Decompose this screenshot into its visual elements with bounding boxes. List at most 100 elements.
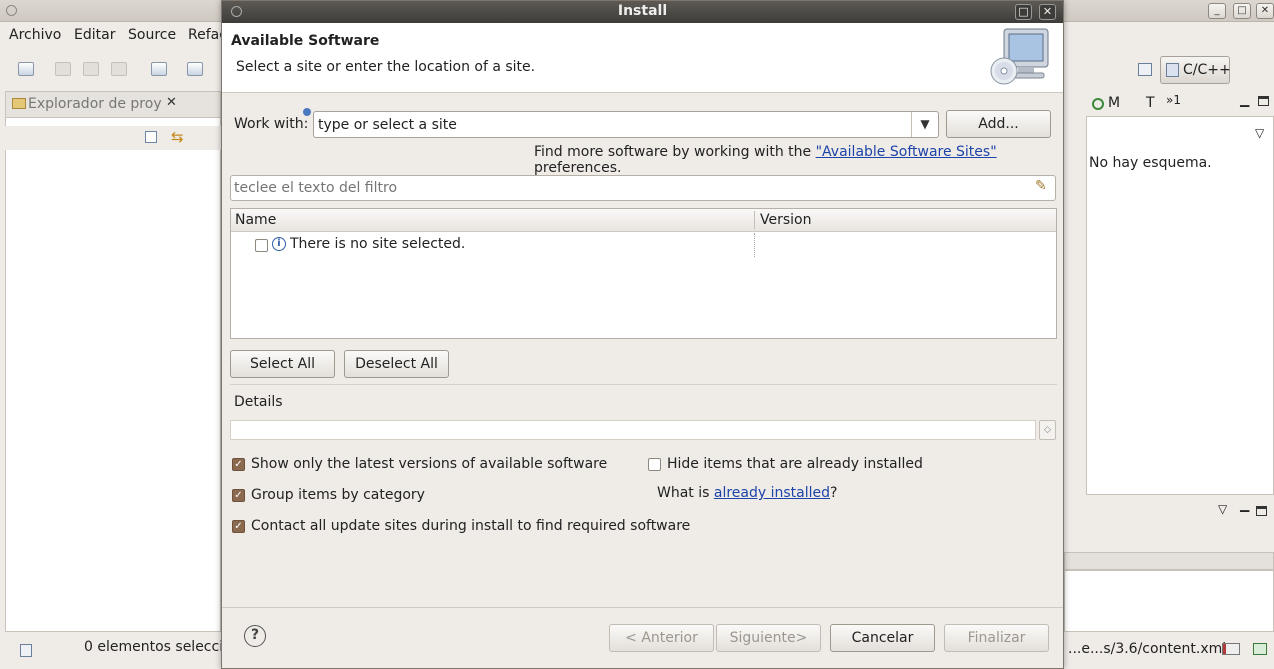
- details-scroll-icon[interactable]: ◇: [1039, 420, 1056, 440]
- dialog-maximize-icon[interactable]: □: [1015, 4, 1032, 20]
- table-row[interactable]: i There is no site selected.: [231, 233, 1056, 257]
- perspective-cpp-button[interactable]: C/C++: [1160, 56, 1231, 84]
- chevron-down-icon[interactable]: ▼: [911, 112, 938, 137]
- dialog-titlebar: Install □ ✕: [222, 1, 1063, 23]
- project-explorer-toolbar: ⇆: [5, 126, 221, 150]
- dialog-close-icon[interactable]: ✕: [1039, 4, 1056, 20]
- find-more-text: Find more software by working with the "…: [534, 144, 1063, 176]
- open-perspective-icon[interactable]: [1138, 63, 1152, 76]
- column-version[interactable]: Version: [760, 212, 811, 228]
- folder-icon: [12, 98, 26, 109]
- close-view-icon[interactable]: ✕: [166, 95, 177, 110]
- dialog-menu-icon[interactable]: [231, 6, 242, 17]
- latest-versions-label[interactable]: Show only the latest versions of availab…: [251, 456, 607, 472]
- what-is-installed-text: What is already installed?: [657, 485, 837, 501]
- row-name: There is no site selected.: [290, 236, 466, 252]
- minimize-view-icon[interactable]: ▁: [1240, 93, 1249, 107]
- column-name[interactable]: Name: [235, 212, 276, 228]
- bottom-view-content: [1064, 570, 1274, 632]
- header-title: Available Software: [231, 33, 380, 49]
- details-text: [230, 420, 1036, 440]
- cancel-button[interactable]: Cancelar: [830, 624, 935, 652]
- outline-empty-text: No hay esquema.: [1089, 155, 1212, 171]
- maximize-view-icon[interactable]: [1258, 96, 1269, 106]
- computer-cd-icon: [990, 28, 1049, 85]
- select-all-button[interactable]: Select All: [230, 350, 335, 378]
- view-menu-icon[interactable]: ▽: [1255, 126, 1264, 140]
- latest-versions-checkbox[interactable]: ✓: [232, 458, 245, 471]
- status-progress-text: ...e...s/3.6/content.xml: [1068, 641, 1227, 657]
- close-icon[interactable]: ✕: [1256, 3, 1274, 19]
- add-site-button[interactable]: Add...: [946, 110, 1051, 138]
- view-menu-icon[interactable]: ▽: [1218, 502, 1227, 516]
- minimize-icon[interactable]: _: [1208, 3, 1226, 19]
- already-installed-link[interactable]: already installed: [714, 485, 830, 501]
- hide-installed-checkbox[interactable]: [648, 458, 661, 471]
- project-explorer-label: Explorador de proy: [28, 96, 162, 112]
- tab-overflow[interactable]: »1: [1166, 93, 1181, 107]
- info-icon: i: [272, 237, 286, 251]
- progress-view-icon[interactable]: [1253, 643, 1267, 655]
- work-with-input[interactable]: [315, 113, 911, 136]
- available-sites-link[interactable]: "Available Software Sites": [816, 144, 997, 160]
- link-editor-icon[interactable]: ⇆: [171, 128, 184, 146]
- build-icon[interactable]: [151, 62, 167, 76]
- contact-sites-checkbox[interactable]: ✓: [232, 520, 245, 533]
- minimize-view-icon[interactable]: ▁: [1240, 498, 1249, 512]
- row-checkbox[interactable]: [255, 239, 268, 252]
- bottom-view-header: [1064, 552, 1274, 570]
- maximize-view-icon[interactable]: [1256, 506, 1267, 516]
- work-with-label: Work with:: [234, 116, 309, 132]
- tab-make[interactable]: M: [1108, 95, 1120, 111]
- run-icon[interactable]: [187, 62, 203, 76]
- work-with-combo[interactable]: ▼: [313, 111, 939, 138]
- collapse-all-icon[interactable]: [145, 131, 157, 143]
- column-divider[interactable]: [754, 211, 755, 229]
- footer-divider: [222, 607, 1063, 608]
- find-more-suffix: preferences.: [534, 160, 622, 176]
- window-menu-icon[interactable]: [6, 5, 17, 16]
- print-icon: [111, 62, 127, 76]
- deselect-all-button[interactable]: Deselect All: [344, 350, 449, 378]
- cpp-perspective-icon: [1166, 63, 1179, 77]
- finish-button[interactable]: Finalizar: [944, 624, 1049, 652]
- outline-view-tabs: M T »1 ▁: [1086, 91, 1274, 117]
- filter-field[interactable]: ✎: [230, 175, 1056, 201]
- progress-icon[interactable]: [1222, 643, 1240, 655]
- save-icon: [55, 62, 71, 76]
- hide-installed-label[interactable]: Hide items that are already installed: [667, 456, 923, 472]
- find-more-prefix: Find more software by working with the: [534, 144, 816, 160]
- details-label: Details: [234, 394, 283, 410]
- menu-editar[interactable]: Editar: [74, 27, 115, 43]
- tab-task[interactable]: T: [1146, 95, 1155, 111]
- contact-sites-label[interactable]: Contact all update sites during install …: [251, 518, 690, 534]
- details-group: Details ◇: [230, 384, 1057, 448]
- clear-filter-icon[interactable]: ✎: [1035, 178, 1047, 194]
- back-button[interactable]: < Anterior: [609, 624, 714, 652]
- fast-view-icon[interactable]: [20, 644, 32, 657]
- what-is-prefix: What is: [657, 485, 714, 501]
- new-icon[interactable]: [18, 62, 34, 76]
- status-text: 0 elementos seleccio: [84, 639, 232, 655]
- next-button[interactable]: Siguiente>: [716, 624, 821, 652]
- make-target-icon: [1092, 98, 1104, 110]
- table-header: Name Version: [231, 209, 1056, 232]
- dialog-title: Install: [617, 3, 668, 19]
- maximize-icon[interactable]: □: [1233, 3, 1251, 19]
- menu-archivo[interactable]: Archivo: [9, 27, 61, 43]
- help-icon[interactable]: ?: [244, 625, 266, 647]
- save-all-icon: [83, 62, 99, 76]
- menu-source[interactable]: Source: [128, 27, 176, 43]
- filter-input[interactable]: [234, 178, 1014, 198]
- software-table: Name Version i There is no site selected…: [230, 208, 1057, 339]
- install-dialog: Install □ ✕ Available Software Select a …: [221, 0, 1064, 669]
- perspective-label: C/C++: [1183, 62, 1231, 78]
- bottom-view-area: ▽ ▁: [1064, 498, 1274, 632]
- what-is-suffix: ?: [830, 485, 838, 501]
- outline-view: No hay esquema.: [1086, 91, 1274, 495]
- project-explorer-view: [5, 117, 221, 632]
- group-by-category-label[interactable]: Group items by category: [251, 487, 425, 503]
- group-by-category-checkbox[interactable]: ✓: [232, 489, 245, 502]
- info-icon: [303, 108, 311, 116]
- project-explorer-tab[interactable]: Explorador de proy ✕: [5, 91, 221, 117]
